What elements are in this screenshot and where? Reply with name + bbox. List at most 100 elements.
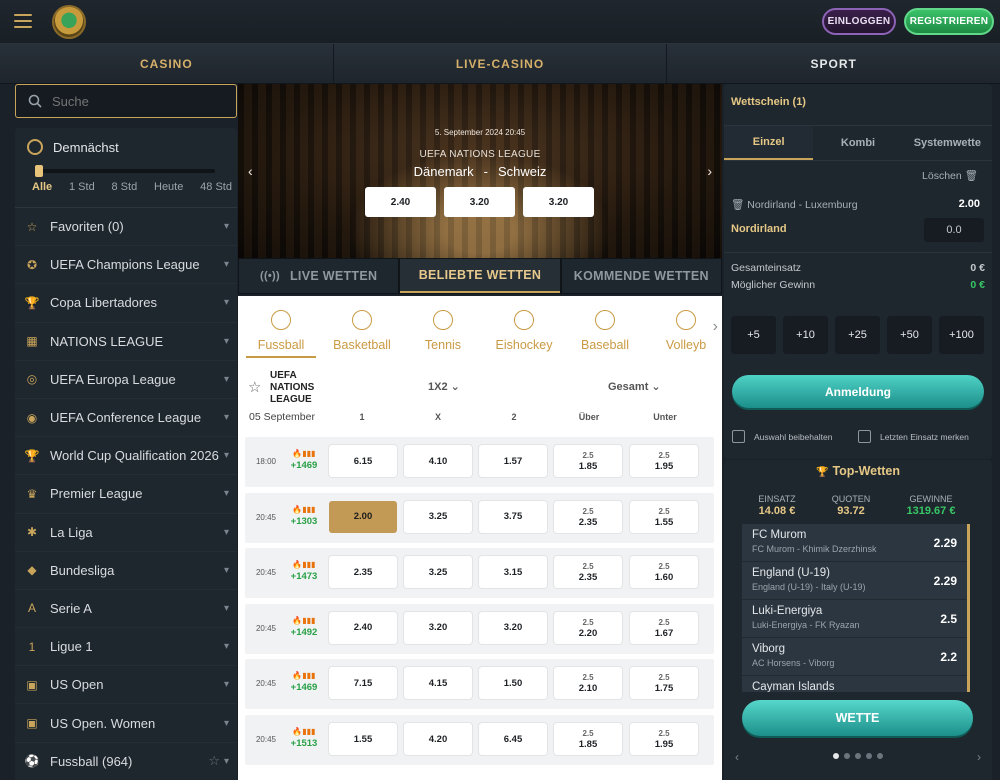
hero-odd-draw[interactable]: 3.20: [444, 187, 515, 217]
place-bet-button[interactable]: WETTE: [742, 700, 973, 736]
sidebar-league-item[interactable]: ☆ Favoriten (0) ▾: [15, 208, 237, 247]
tab-system[interactable]: Systemwette: [903, 126, 992, 160]
tab-single[interactable]: Einzel: [724, 126, 814, 160]
carousel-dot[interactable]: [833, 753, 839, 759]
menu-icon[interactable]: [14, 14, 32, 28]
odd-over-button[interactable]: 2.5 1.85: [554, 445, 622, 477]
chevron-down-icon[interactable]: ▾: [224, 756, 229, 767]
bet-count[interactable]: +1469: [289, 682, 319, 694]
top-bet-item[interactable]: Luki-Energiya Luki-Energiya - FK Ryazan 2.…: [742, 600, 967, 638]
checkbox[interactable]: [858, 430, 871, 443]
chevron-down-icon[interactable]: ▾: [224, 297, 229, 308]
odd-home-button[interactable]: 2.00: [329, 500, 397, 533]
tab-upcoming-bets[interactable]: KOMMENDE WETTEN: [561, 259, 721, 293]
stake-input[interactable]: [924, 218, 984, 242]
sport-tab[interactable]: Tennis: [408, 310, 478, 352]
odd-over-button[interactable]: 2.5 1.85: [554, 723, 622, 755]
carousel-dot[interactable]: [855, 753, 861, 759]
remember-stake-checkbox[interactable]: Letzten Einsatz merken: [858, 430, 969, 443]
odd-home-button[interactable]: 1.55: [329, 723, 397, 755]
odd-draw-button[interactable]: 4.10: [404, 445, 472, 477]
odd-over-button[interactable]: 2.5 2.35: [554, 556, 622, 589]
quick-stake-5[interactable]: +5: [731, 316, 776, 354]
odd-home-button[interactable]: 2.35: [329, 556, 397, 589]
slider-label-8h[interactable]: 8 Std: [112, 181, 138, 193]
sidebar-league-item[interactable]: ✪ UEFA Champions League ▾: [15, 246, 237, 285]
slider-handle[interactable]: [35, 165, 43, 177]
top-bet-item[interactable]: FC Murom FC Murom - Khimik Dzerzhinsk 2.29: [742, 524, 967, 562]
sidebar-league-item[interactable]: ✱ La Liga ▾: [15, 514, 237, 552]
odd-under-button[interactable]: 2.5 1.95: [630, 723, 698, 755]
carousel-dot[interactable]: [866, 753, 872, 759]
sidebar-league-item[interactable]: 🏆 World Cup Qualification 2026 ▾: [15, 437, 237, 476]
odd-away-button[interactable]: 3.15: [479, 556, 547, 589]
chevron-down-icon[interactable]: ▾: [224, 603, 229, 614]
carousel-next-icon[interactable]: ›: [977, 750, 981, 764]
quick-stake-10[interactable]: +10: [783, 316, 828, 354]
sidebar-league-item[interactable]: ▣ US Open. Women ▾: [15, 704, 237, 743]
chevron-down-icon[interactable]: ▾: [224, 565, 229, 576]
odd-draw-button[interactable]: 4.15: [404, 667, 472, 700]
odd-over-button[interactable]: 2.5 2.35: [554, 500, 622, 533]
sidebar-league-item[interactable]: 1 Ligue 1 ▾: [15, 628, 237, 667]
chevron-down-icon[interactable]: ▾: [224, 412, 229, 423]
tab-live-bets[interactable]: ((•)) LIVE WETTEN: [239, 259, 399, 293]
odd-under-button[interactable]: 2.5 1.55: [630, 500, 698, 533]
sport-tab[interactable]: Basketball: [327, 310, 397, 352]
bet-count[interactable]: +1513: [289, 738, 319, 750]
chevron-down-icon[interactable]: ▾: [224, 679, 229, 690]
clear-button[interactable]: Löschen 🗑: [922, 169, 978, 182]
bet-count[interactable]: +1492: [289, 627, 319, 639]
odd-home-button[interactable]: 6.15: [329, 445, 397, 477]
quick-stake-100[interactable]: +100: [939, 316, 984, 354]
sport-tab[interactable]: Volleyb: [651, 310, 721, 352]
sidebar-league-item[interactable]: ⚽ Fussball (964) ☆ ▾: [15, 743, 237, 780]
quick-stake-25[interactable]: +25: [835, 316, 880, 354]
chevron-down-icon[interactable]: ▾: [224, 527, 229, 538]
time-slider[interactable]: [35, 165, 215, 177]
odd-home-button[interactable]: 7.15: [329, 667, 397, 700]
sidebar-league-item[interactable]: A Serie A ▾: [15, 590, 237, 629]
odd-draw-button[interactable]: 3.20: [404, 611, 472, 644]
top-bets-list[interactable]: FC Murom FC Murom - Khimik Dzerzhinsk 2.29…: [742, 524, 970, 692]
bet-count[interactable]: +1303: [289, 516, 319, 528]
chevron-down-icon[interactable]: ▾: [224, 259, 229, 270]
odd-draw-button[interactable]: 4.20: [404, 723, 472, 755]
sidebar-league-item[interactable]: ▦ NATIONS LEAGUE ▾: [15, 323, 237, 361]
odd-under-button[interactable]: 2.5 1.75: [630, 667, 698, 700]
trash-icon[interactable]: 🗑: [731, 199, 744, 211]
odd-away-button[interactable]: 1.50: [479, 667, 547, 700]
bet-count[interactable]: +1473: [289, 571, 319, 583]
slider-label-today[interactable]: Heute: [154, 181, 183, 193]
login-to-bet-button[interactable]: Anmeldung: [732, 375, 984, 408]
sport-tab[interactable]: Baseball: [570, 310, 640, 352]
chevron-down-icon[interactable]: ▾: [224, 221, 229, 232]
keep-selection-checkbox[interactable]: Auswahl beibehalten: [732, 430, 832, 443]
top-bet-item[interactable]: Cayman Islands: [742, 676, 967, 692]
chevron-down-icon[interactable]: ▾: [224, 450, 229, 461]
odd-draw-button[interactable]: 3.25: [404, 500, 472, 533]
odd-home-button[interactable]: 2.40: [329, 611, 397, 644]
search-box[interactable]: [15, 84, 237, 118]
odd-away-button[interactable]: 1.57: [479, 445, 547, 477]
chevron-down-icon[interactable]: ▾: [224, 641, 229, 652]
odd-away-button[interactable]: 3.20: [479, 611, 547, 644]
nav-live-casino[interactable]: LIVE-CASINO: [334, 44, 668, 83]
carousel-dot[interactable]: [844, 753, 850, 759]
sidebar-league-item[interactable]: ▣ US Open ▾: [15, 666, 237, 705]
favorite-star-icon[interactable]: ☆: [208, 753, 220, 769]
bet-count[interactable]: +1469: [289, 460, 319, 472]
quick-stake-50[interactable]: +50: [887, 316, 932, 354]
slider-label-48h[interactable]: 48 Std: [200, 181, 232, 193]
checkbox[interactable]: [732, 430, 745, 443]
sport-tab[interactable]: Fussball: [246, 310, 316, 358]
favorite-star-icon[interactable]: ☆: [248, 378, 261, 396]
hero-odd-home[interactable]: 2.40: [365, 187, 436, 217]
sport-tab[interactable]: Eishockey: [489, 310, 559, 352]
login-button[interactable]: EINLOGGEN: [822, 8, 896, 35]
chevron-down-icon[interactable]: ▾: [224, 488, 229, 499]
top-bet-item[interactable]: Viborg AC Horsens - Viborg 2.2: [742, 638, 967, 676]
sidebar-league-item[interactable]: ◉ UEFA Conference League ▾: [15, 399, 237, 438]
hero-odd-away[interactable]: 3.20: [523, 187, 594, 217]
odd-draw-button[interactable]: 3.25: [404, 556, 472, 589]
